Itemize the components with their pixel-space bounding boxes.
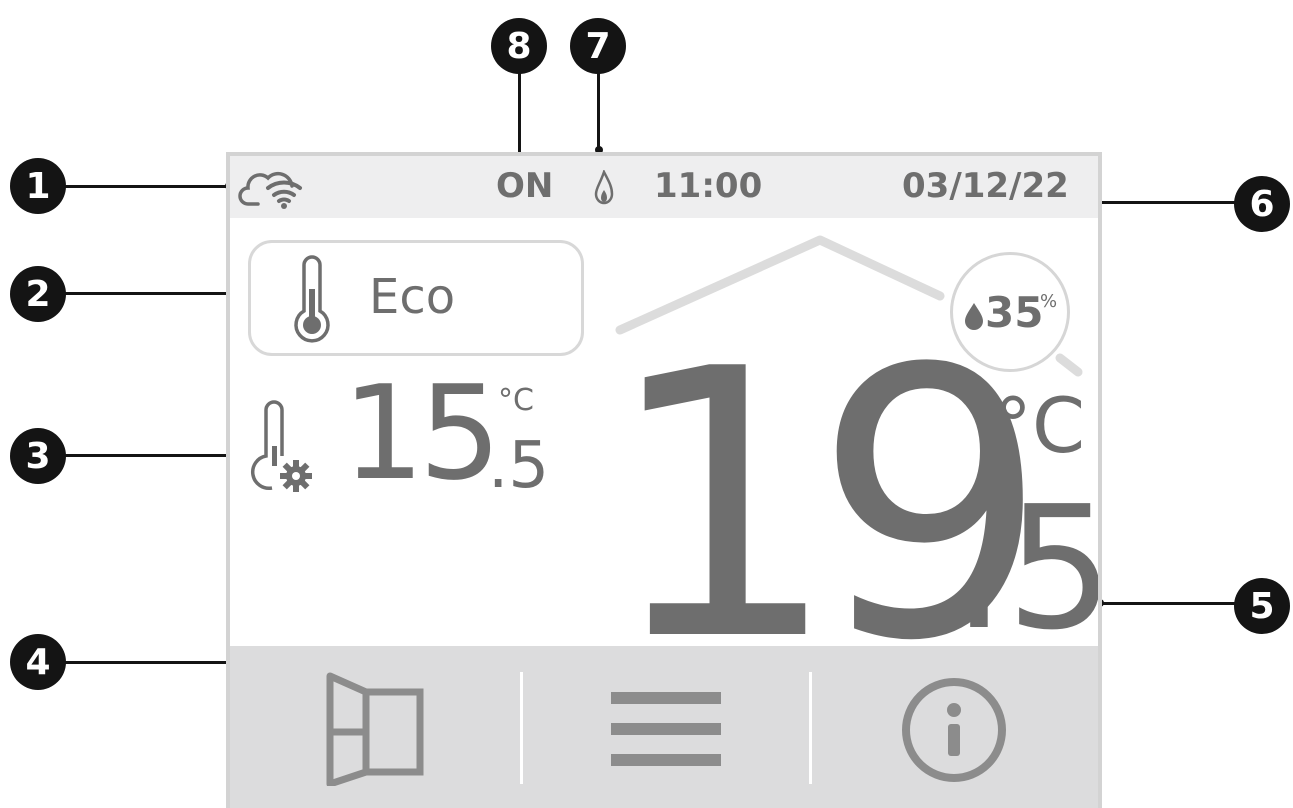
callout-leader-2	[62, 292, 250, 295]
open-window-icon	[326, 670, 426, 790]
callout-badge-6: 6	[1234, 176, 1290, 232]
humidity-value: 35	[985, 288, 1044, 337]
cloud-wifi-icon	[238, 170, 304, 214]
menu-icon	[611, 692, 721, 770]
navigation-bar	[230, 646, 1098, 808]
date-display: 03/12/22	[902, 166, 1069, 206]
callout-badge-5: 5	[1234, 578, 1290, 634]
open-window-button[interactable]	[230, 646, 516, 808]
callout-badge-4: 4	[10, 634, 66, 690]
room-temperature-decimal: .5	[952, 470, 1102, 668]
water-drop-icon	[963, 301, 985, 335]
callout-badge-1: 1	[10, 158, 66, 214]
callout-badge-2: 2	[10, 266, 66, 322]
thermometer-icon	[291, 255, 333, 351]
room-temperature-unit: °C	[994, 381, 1086, 470]
setpoint-integer: 15	[342, 357, 501, 509]
mode-button[interactable]: Eco	[248, 240, 584, 356]
callout-badge-7: 7	[570, 18, 626, 74]
info-icon	[900, 676, 1008, 788]
callout-leader-8	[518, 72, 521, 164]
callout-leader-7	[597, 72, 600, 150]
callout-leader-1	[62, 185, 230, 188]
setpoint-unit: °C	[498, 383, 534, 418]
flame-icon	[594, 168, 614, 210]
setpoint-decimal: .5	[488, 429, 550, 503]
info-button[interactable]	[812, 646, 1098, 808]
thermometer-gear-icon	[250, 398, 318, 498]
callout-leader-5	[1100, 602, 1236, 605]
callout-badge-8: 8	[491, 18, 547, 74]
thermostat-screen: ON 11:00 03/12/22 Eco 15 °C .5 19 °C .5 …	[226, 152, 1102, 808]
mode-label: Eco	[369, 269, 456, 325]
callout-leader-3	[62, 454, 250, 457]
callout-leader-6	[1096, 201, 1236, 204]
status-bar: ON 11:00 03/12/22	[230, 156, 1098, 218]
menu-button[interactable]	[523, 646, 809, 808]
clock-time: 11:00	[654, 166, 763, 206]
humidity-indicator: 35 %	[950, 252, 1070, 372]
humidity-unit: %	[1040, 291, 1058, 312]
callout-badge-3: 3	[10, 428, 66, 484]
power-state-label: ON	[496, 166, 554, 206]
callout-leader-4	[62, 661, 250, 664]
